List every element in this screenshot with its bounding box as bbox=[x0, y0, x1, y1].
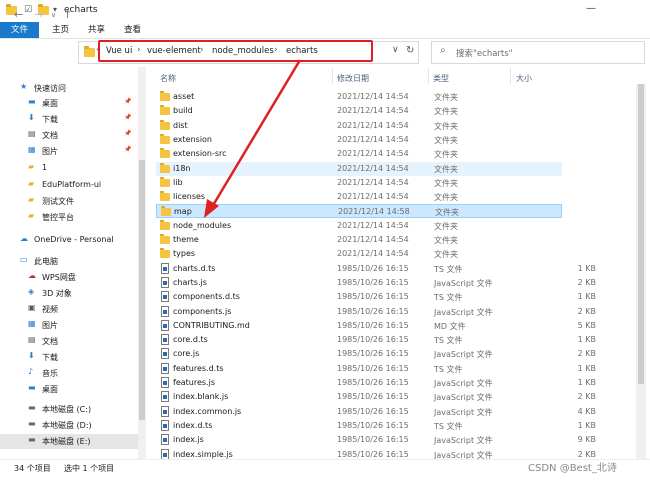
watermark: CSDN @Best_北诗 bbox=[528, 463, 617, 474]
selected-count: 选中 1 个项目 bbox=[64, 464, 115, 473]
annotation-arrow bbox=[204, 59, 302, 218]
item-count: 34 个项目 bbox=[14, 464, 51, 473]
